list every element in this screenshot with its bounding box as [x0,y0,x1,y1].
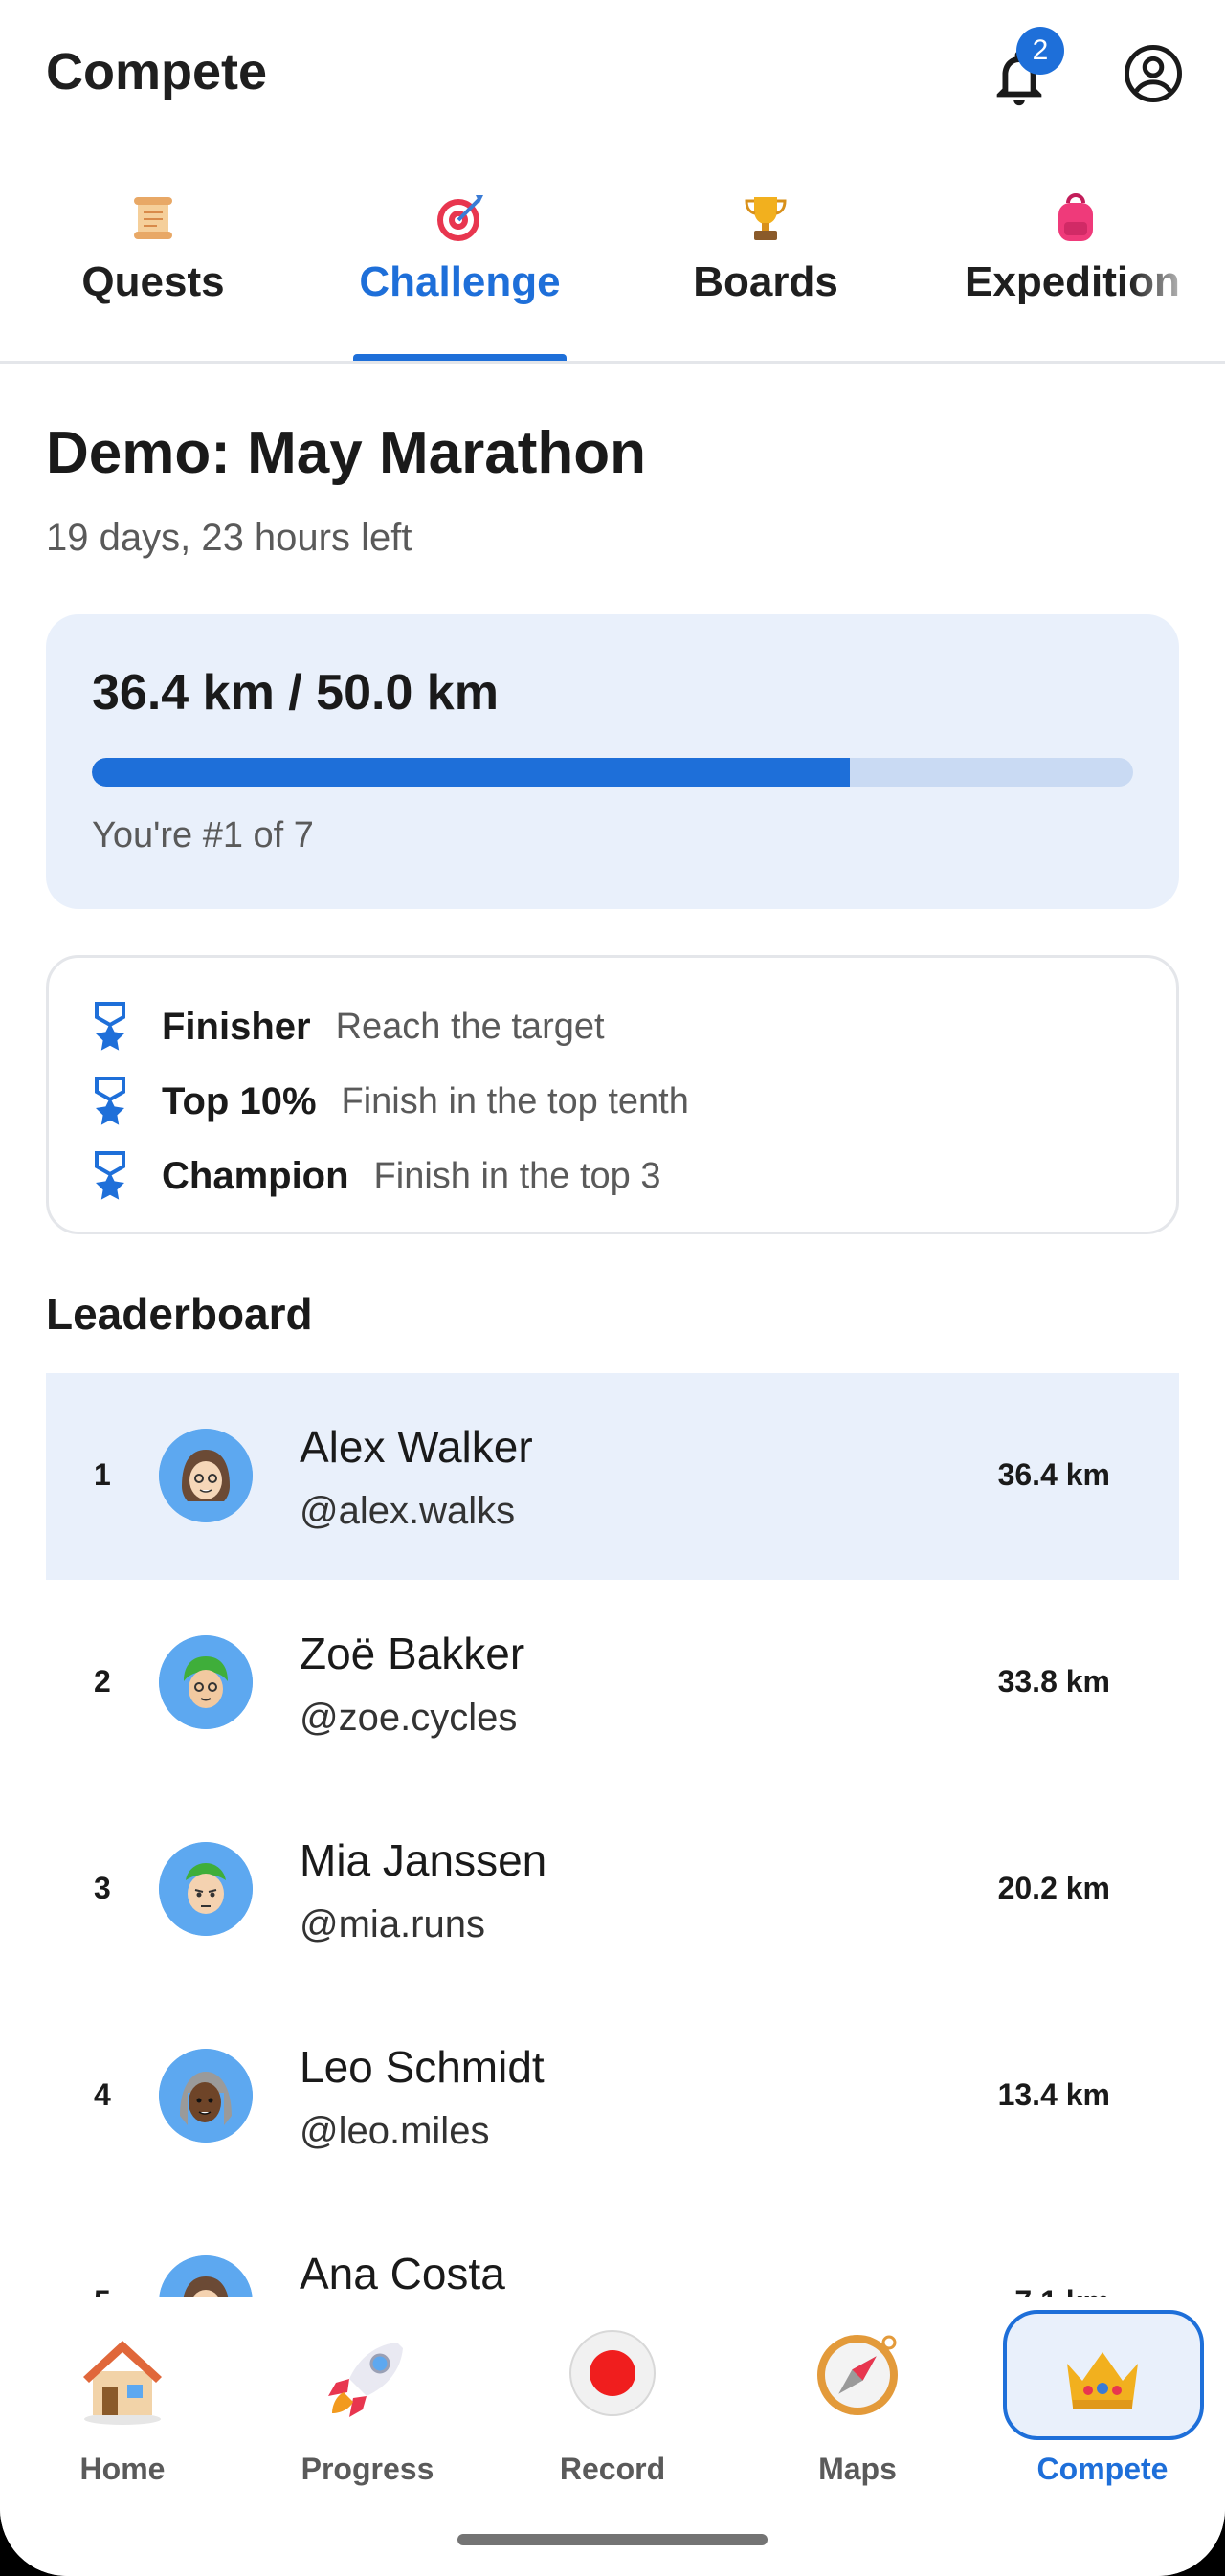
scroll-icon [134,197,172,239]
house-icon [83,2341,162,2425]
phone-screen: Compete 2 Quests Challenge Boards Expedi… [0,0,1225,2576]
compass-icon [817,2335,898,2415]
account-icon[interactable] [1122,42,1185,105]
medal-icon [95,1151,125,1200]
leaderboard-row[interactable]: 3 Mia Janssen @mia.runs 20.2 km [46,1787,1179,1993]
badge-description: Reach the target [335,1006,605,1047]
record-icon [569,2330,656,2416]
row-handle: @zoe.cycles [300,1697,518,1739]
progress-distance: 36.4 km / 50.0 km [92,665,499,721]
nav-record[interactable]: Record [507,2325,718,2517]
row-handle: @mia.runs [300,1903,485,1945]
badge-description: Finish in the top 3 [373,1155,661,1196]
active-tab-indicator [353,354,567,361]
nav-label: Maps [818,2452,897,2486]
nav-progress[interactable]: Progress [262,2325,473,2517]
leaderboard-row[interactable]: 5 Ana Costa 7.1 km [46,2200,1179,2301]
leaderboard-heading: Leaderboard [46,1289,313,1339]
tab-label: Boards [693,258,838,305]
row-rank: 1 [94,1457,111,1492]
row-handle: @alex.walks [300,1490,516,1532]
challenge-title: Demo: May Marathon [46,420,646,486]
nav-label: Progress [301,2452,434,2486]
row-name: Mia Janssen [300,1835,547,1885]
nav-compete[interactable]: Compete [997,2325,1208,2517]
avatar [159,1429,253,1522]
medal-icon [95,1077,125,1125]
crown-icon [1067,2352,1138,2409]
badge-name: Finisher [162,1005,311,1048]
nav-label: Home [79,2452,166,2486]
medal-icon [95,1002,125,1051]
progress-bar [92,758,1133,787]
tab-challenge[interactable]: Challenge [353,191,567,364]
row-handle: @leo.miles [300,2110,490,2152]
row-name: Leo Schmidt [300,2042,545,2092]
tab-label: Challenge [359,258,561,305]
notification-count-badge: 2 [1016,27,1064,75]
top-app-bar: Compete 2 [0,0,1225,153]
row-distance: 36.4 km [997,1457,1110,1492]
nav-label: Compete [1036,2452,1169,2486]
leaderboard-row[interactable]: 1 Alex Walker @alex.walks 36.4 km [46,1373,1179,1580]
row-distance: 33.8 km [997,1664,1110,1699]
leaderboard-row[interactable]: 2 Zoë Bakker @zoe.cycles 33.8 km [46,1580,1179,1787]
badge-champion: Champion Finish in the top 3 [91,1147,661,1205]
badge-name: Top 10% [162,1079,317,1122]
bottom-navigation: Home Progress Record Maps Compete [0,2297,1225,2576]
badge-description: Finish in the top tenth [341,1080,689,1121]
nav-home[interactable]: Home [17,2325,228,2517]
progress-bar-fill [92,758,851,787]
backpack-icon [1058,193,1093,241]
row-rank: 3 [94,1871,111,1905]
leaderboard-list[interactable]: 1 Alex Walker @alex.walks 36.4 km 2 Zoë … [46,1373,1179,2301]
badge-name: Champion [162,1154,349,1197]
row-name: Zoë Bakker [300,1629,525,1678]
tabs-scroll-fade [1129,211,1225,354]
row-rank: 2 [94,1664,111,1699]
row-rank: 4 [94,2077,111,2112]
avatar [159,1842,253,1936]
row-distance: 20.2 km [997,1871,1110,1905]
avatar [159,2255,253,2301]
nav-maps[interactable]: Maps [752,2325,963,2517]
trophy-icon [745,197,787,240]
tab-label: Quests [81,258,225,305]
page-title: Compete [46,43,268,100]
challenge-time-left: 19 days, 23 hours left [46,517,412,559]
tab-quests[interactable]: Quests [57,191,249,364]
nav-label: Record [559,2452,666,2486]
compete-tabs: Quests Challenge Boards Expedition [0,172,1225,364]
badge-top-10: Top 10% Finish in the top tenth [91,1073,689,1130]
row-distance: 13.4 km [997,2077,1110,2112]
badges-card: Finisher Reach the target Top 10% Finish… [46,955,1179,1234]
tab-boards[interactable]: Boards [670,191,861,364]
user-rank: You're #1 of 7 [92,815,314,855]
target-icon [436,195,483,241]
badge-finisher: Finisher Reach the target [91,998,605,1055]
row-name: Ana Costa [300,2249,505,2298]
avatar [159,1635,253,1729]
row-name: Alex Walker [300,1422,533,1472]
leaderboard-row[interactable]: 4 Leo Schmidt @leo.miles 13.4 km [46,1993,1179,2200]
progress-card: 36.4 km / 50.0 km You're #1 of 7 [46,614,1179,909]
rocket-icon [328,2343,403,2417]
home-indicator[interactable] [457,2534,768,2545]
avatar [159,2049,253,2143]
